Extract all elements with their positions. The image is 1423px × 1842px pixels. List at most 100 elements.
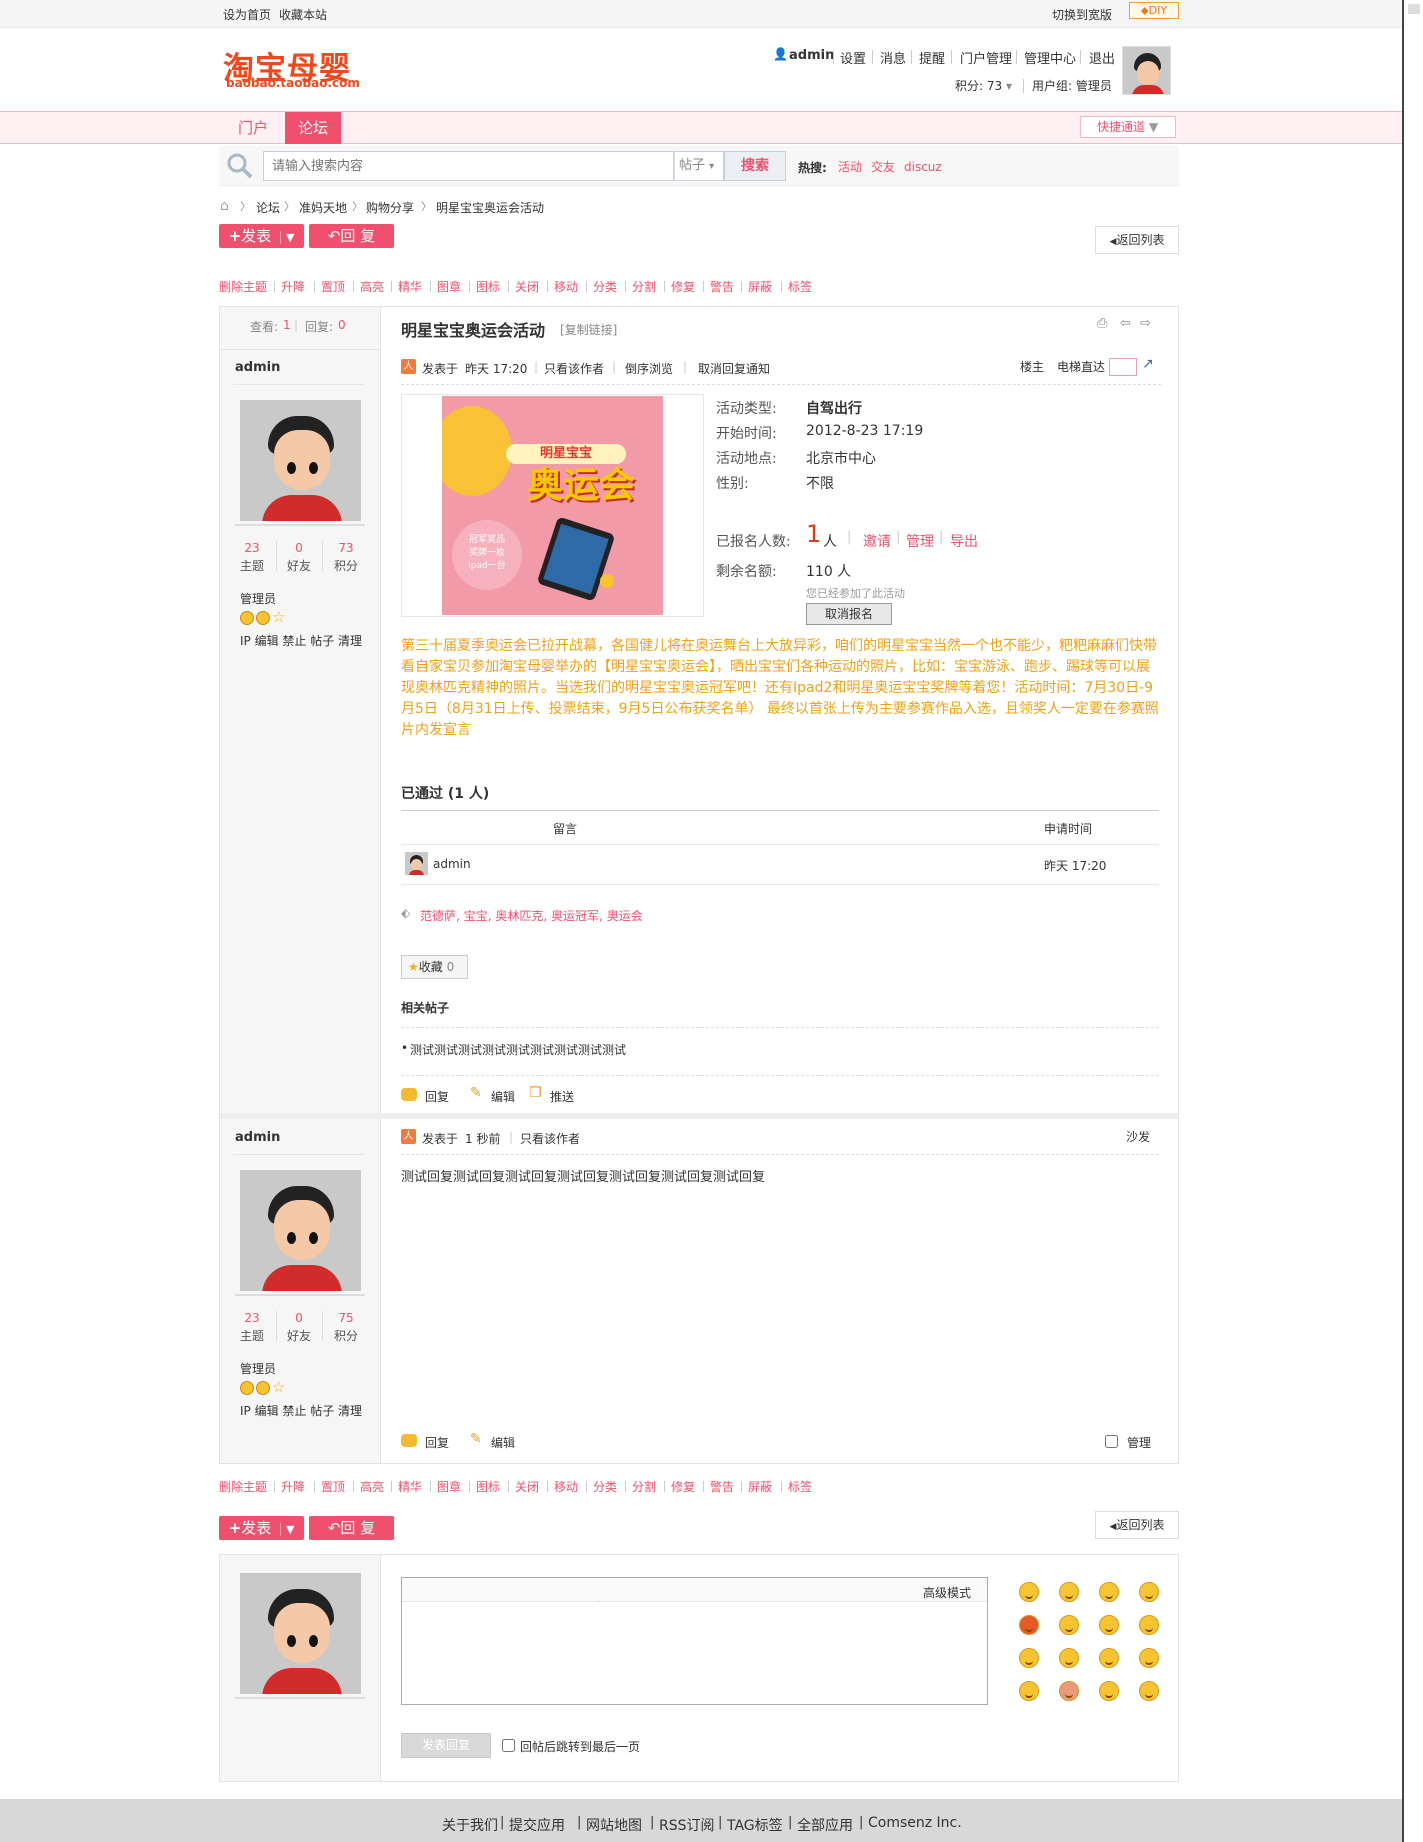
only-author-link[interactable]: 只看该作者: [544, 360, 604, 377]
reply-textarea[interactable]: [402, 1603, 987, 1704]
floor-jump-input[interactable]: [1109, 358, 1137, 376]
emoji-smirk-icon[interactable]: [1099, 1681, 1119, 1701]
emoji-teeth-icon[interactable]: [1139, 1648, 1159, 1668]
mod-link[interactable]: 标签: [788, 1478, 812, 1495]
bookmark-link[interactable]: 收藏本站: [279, 6, 327, 23]
mod-link[interactable]: 标签: [788, 278, 812, 295]
emoji-sad-icon[interactable]: [1059, 1582, 1079, 1602]
mod-link[interactable]: 图标: [476, 1478, 500, 1495]
mod-link[interactable]: 精华: [398, 1478, 422, 1495]
invite-link[interactable]: 邀请: [863, 531, 891, 551]
home-icon[interactable]: ⌂: [220, 198, 229, 214]
mod-link[interactable]: 移动: [554, 278, 578, 295]
footer-link[interactable]: 关于我们: [442, 1815, 498, 1835]
set-home-link[interactable]: 设为首页: [223, 6, 271, 23]
manage-checkbox[interactable]: [1105, 1435, 1118, 1448]
quick-channel-button[interactable]: 快捷通道 ▼: [1080, 116, 1176, 138]
post1-edit-button[interactable]: 编辑: [491, 1088, 515, 1105]
favorite-button[interactable]: ★收藏 0: [401, 955, 468, 979]
footer-link[interactable]: TAG标签: [727, 1815, 783, 1835]
breadcrumb-item[interactable]: 明星宝宝奥运会活动: [436, 199, 544, 216]
logout-link[interactable]: 退出: [1089, 48, 1115, 67]
footer-link[interactable]: 网站地图: [586, 1815, 642, 1835]
activity-poster-image[interactable]: 明星宝宝 奥运会 冠军奖品 奖牌一枚 ipad一台: [442, 396, 663, 615]
reminders-link[interactable]: 提醒: [919, 48, 945, 67]
related-item[interactable]: 测试测试测试测试测试测试测试测试测试: [410, 1041, 626, 1058]
emoji-laugh-icon[interactable]: [1139, 1582, 1159, 1602]
mod-link[interactable]: 屏蔽: [748, 278, 772, 295]
hot-search-item[interactable]: 交友: [871, 158, 895, 175]
back-to-list-button[interactable]: ◀返回列表: [1095, 1511, 1179, 1539]
post1-author[interactable]: admin: [235, 360, 280, 375]
back-to-list-button[interactable]: ◀返回列表: [1095, 226, 1179, 254]
reply-button[interactable]: ↶回 复: [309, 224, 394, 248]
scrollbar-thumb[interactable]: [1408, 4, 1420, 14]
mod-link[interactable]: 移动: [554, 1478, 578, 1495]
print-icon[interactable]: ⎙: [1097, 316, 1107, 331]
tag-item[interactable]: 奥运冠军: [551, 909, 599, 923]
credits-menu[interactable]: 积分: 73 ▾: [955, 77, 1012, 94]
emoji-blush-icon[interactable]: [1139, 1615, 1159, 1635]
emoji-wink-icon[interactable]: [1019, 1648, 1039, 1668]
current-user-avatar[interactable]: [240, 1573, 361, 1694]
next-thread-icon[interactable]: ⇨: [1140, 316, 1151, 331]
emoji-grin-icon[interactable]: [1099, 1582, 1119, 1602]
user-group-link[interactable]: 管理员: [240, 590, 276, 607]
mod-link[interactable]: 图章: [437, 278, 461, 295]
footer-link[interactable]: RSS订阅: [659, 1815, 715, 1835]
breadcrumb-item[interactable]: 购物分享: [366, 199, 414, 216]
tag-item[interactable]: 范德萨: [420, 909, 456, 923]
mod-link[interactable]: 修复: [671, 278, 695, 295]
mod-link[interactable]: 关闭: [515, 278, 539, 295]
stat-credits[interactable]: 75: [326, 1311, 366, 1325]
post2-author[interactable]: admin: [235, 1130, 280, 1145]
mod-link[interactable]: 修复: [671, 1478, 695, 1495]
emoji-cry-icon[interactable]: [1099, 1648, 1119, 1668]
advanced-mode-link[interactable]: 高级模式: [923, 1584, 971, 1601]
participant-name[interactable]: admin: [433, 857, 471, 871]
mod-link[interactable]: 升降: [281, 278, 305, 295]
admin-links[interactable]: IP 编辑 禁止 帖子 清理: [240, 1402, 362, 1419]
mod-link[interactable]: 分割: [632, 1478, 656, 1495]
emoji-tongue-icon[interactable]: [1099, 1615, 1119, 1635]
user-group-link[interactable]: 管理员: [240, 1360, 276, 1377]
search-button[interactable]: 搜索: [724, 151, 786, 181]
messages-link[interactable]: 消息: [880, 48, 906, 67]
portal-admin-link[interactable]: 门户管理: [960, 48, 1012, 67]
post1-push-button[interactable]: 推送: [550, 1088, 574, 1105]
emoji-shock-icon[interactable]: [1059, 1615, 1079, 1635]
mod-link[interactable]: 屏蔽: [748, 1478, 772, 1495]
emoji-kiss-icon[interactable]: [1059, 1648, 1079, 1668]
mod-link[interactable]: 删除主题: [219, 1478, 267, 1495]
breadcrumb-item[interactable]: 准妈天地: [299, 199, 347, 216]
post2-edit-button[interactable]: 编辑: [491, 1434, 515, 1451]
post1-reply-button[interactable]: 回复: [425, 1088, 449, 1105]
mod-link[interactable]: 警告: [710, 278, 734, 295]
go-arrow-icon[interactable]: ↗: [1142, 356, 1154, 372]
footer-link[interactable]: Comsenz Inc.: [868, 1815, 962, 1831]
mod-link[interactable]: 图章: [437, 1478, 461, 1495]
post-button[interactable]: +发表 ▼: [219, 1516, 304, 1540]
emoji-angry-icon[interactable]: [1019, 1615, 1039, 1635]
mod-link[interactable]: 分类: [593, 1478, 617, 1495]
mod-link[interactable]: 置顶: [321, 1478, 345, 1495]
search-type-select[interactable]: 帖子 ▾: [674, 151, 724, 181]
tag-item[interactable]: 宝宝: [464, 909, 488, 923]
participant-avatar[interactable]: [405, 852, 428, 875]
mod-link[interactable]: 分割: [632, 278, 656, 295]
jump-last-checkbox[interactable]: [502, 1739, 515, 1752]
mod-link[interactable]: 删除主题: [219, 278, 267, 295]
tag-item[interactable]: 奥运会: [607, 909, 643, 923]
diy-button[interactable]: ⬥DIY: [1129, 2, 1179, 19]
stat-credits[interactable]: 73: [326, 541, 366, 555]
footer-link[interactable]: 提交应用: [509, 1815, 565, 1835]
post1-avatar[interactable]: [240, 400, 361, 521]
username-link[interactable]: admin: [789, 48, 834, 63]
mod-link[interactable]: 高亮: [360, 1478, 384, 1495]
mod-link[interactable]: 警告: [710, 1478, 734, 1495]
emoji-devil-icon[interactable]: [1059, 1681, 1079, 1701]
post2-avatar[interactable]: [240, 1170, 361, 1291]
stat-threads[interactable]: 23: [232, 541, 272, 555]
export-link[interactable]: 导出: [950, 531, 978, 551]
mod-link[interactable]: 精华: [398, 278, 422, 295]
